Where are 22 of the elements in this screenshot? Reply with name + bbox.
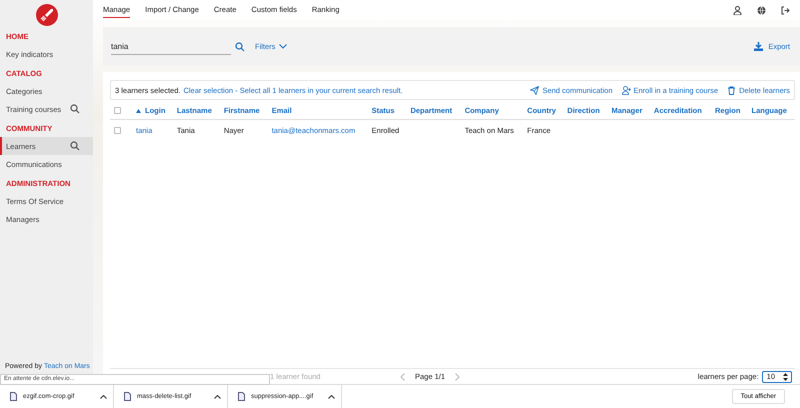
add-user-icon [622,86,630,94]
chevron-up-icon [328,394,335,398]
file-icon [124,392,131,401]
row-checkbox[interactable] [114,126,121,134]
logout-icon [781,6,790,14]
globe-icon [757,6,766,14]
select-all-checkbox[interactable] [114,107,121,114]
chevron-left-icon [400,372,405,380]
user-icon [733,6,742,14]
trash-icon [727,86,736,94]
download-icon [754,42,764,51]
chevron-right-icon [455,372,460,380]
search-icon [235,42,245,52]
search-field[interactable]: tania [111,38,231,54]
file-icon [238,392,245,401]
chevron-up-icon [100,394,107,398]
rocket-logo-icon [36,4,58,26]
file-icon [10,392,17,401]
paper-plane-icon [530,86,540,94]
chevron-down-icon [279,44,288,49]
stepper-icon [783,372,788,380]
chevron-up-icon [214,394,221,398]
